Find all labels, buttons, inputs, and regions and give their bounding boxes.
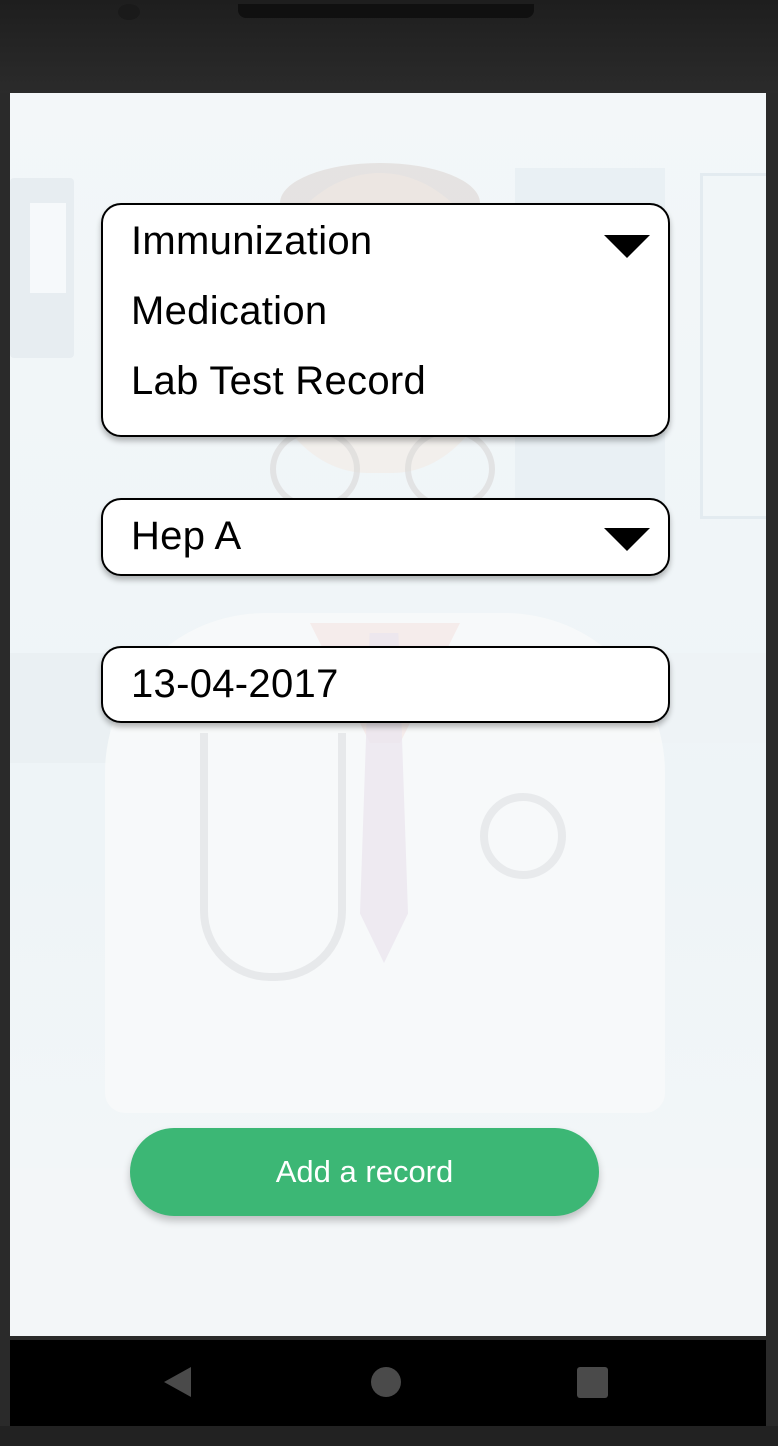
background-panel (700, 173, 766, 519)
record-type-dropdown[interactable]: Immunization Medication Lab Test Record (101, 203, 670, 437)
option-lab-test-record[interactable]: Lab Test Record (131, 359, 426, 404)
front-camera-icon (118, 4, 140, 20)
vaccine-dropdown[interactable]: Hep A (101, 498, 670, 576)
add-record-button[interactable]: Add a record (130, 1128, 599, 1216)
home-circle-icon[interactable] (371, 1367, 401, 1397)
back-triangle-icon[interactable] (164, 1367, 191, 1397)
top-bezel (0, 0, 778, 93)
navigation-bar (10, 1340, 766, 1426)
option-immunization[interactable]: Immunization (131, 219, 372, 264)
vaccine-selected-value: Hep A (131, 514, 242, 558)
phone-frame: Immunization Medication Lab Test Record … (0, 0, 778, 1446)
background-wall (10, 653, 110, 763)
app-screen: Immunization Medication Lab Test Record … (10, 93, 766, 1336)
bottom-bezel (0, 1426, 778, 1446)
date-field[interactable]: 13-04-2017 (101, 646, 670, 723)
date-value: 13-04-2017 (131, 662, 339, 706)
recents-square-icon[interactable] (577, 1367, 608, 1398)
caret-down-icon[interactable] (604, 235, 650, 258)
option-medication[interactable]: Medication (131, 289, 327, 334)
background-stethoscope (200, 733, 346, 981)
caret-down-icon[interactable] (604, 528, 650, 551)
earpiece-speaker (238, 4, 534, 18)
background-book (30, 203, 66, 293)
background-stethoscope-disc (480, 793, 566, 879)
